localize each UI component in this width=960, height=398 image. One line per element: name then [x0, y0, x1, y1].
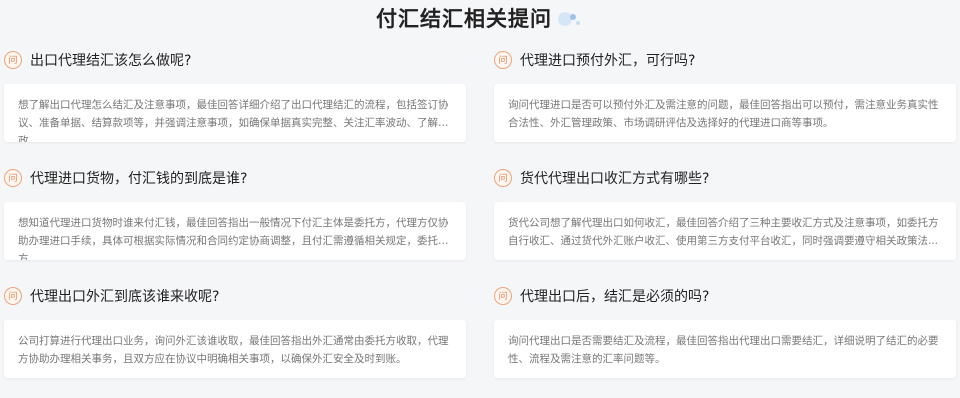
question-text[interactable]: 代理出口后，结汇是必须的吗? — [520, 286, 709, 306]
question-text[interactable]: 代理出口外汇到底该谁来收呢? — [30, 286, 219, 306]
question-row[interactable]: 问 代理出口后，结汇是必须的吗? — [490, 280, 960, 312]
answer-summary[interactable]: 询问代理进口是否可以预付外汇及需注意的问题，最佳回答指出可以预付，需注意业务真实… — [494, 84, 956, 142]
section-header: 付汇结汇相关提问 — [0, 0, 960, 36]
qa-card[interactable]: 问 代理进口货物，付汇钱的到底是谁? 想知道代理进口货物时谁来付汇钱，最佳回答指… — [0, 162, 470, 280]
question-text[interactable]: 代理进口预付外汇，可行吗? — [520, 50, 695, 70]
qa-grid: 问 出口代理结汇该怎么做呢? 想了解出口代理怎么结汇及注意事项，最佳回答详细介绍… — [0, 44, 960, 398]
question-icon: 问 — [494, 287, 512, 305]
question-icon: 问 — [494, 169, 512, 187]
page-title: 付汇结汇相关提问 — [376, 7, 552, 31]
qa-card[interactable]: 问 出口代理结汇该怎么做呢? 想了解出口代理怎么结汇及注意事项，最佳回答详细介绍… — [0, 44, 470, 162]
decorative-dots-icon — [558, 10, 584, 30]
question-row[interactable]: 问 代理进口预付外汇，可行吗? — [490, 44, 960, 76]
qa-card[interactable]: 问 代理进口预付外汇，可行吗? 询问代理进口是否可以预付外汇及需注意的问题，最佳… — [490, 44, 960, 162]
answer-summary[interactable]: 询问代理出口是否需要结汇及流程，最佳回答指出代理出口需要结汇，详细说明了结汇的必… — [494, 320, 956, 378]
answer-summary[interactable]: 货代公司想了解代理出口如何收汇，最佳回答介绍了三种主要收汇方式及注意事项，如委托… — [494, 202, 956, 260]
question-icon: 问 — [4, 287, 22, 305]
question-icon: 问 — [4, 169, 22, 187]
answer-summary[interactable]: 公司打算进行代理出口业务，询问外汇该谁收取，最佳回答指出外汇通常由委托方收取，代… — [4, 320, 466, 378]
question-text[interactable]: 货代代理出口收汇方式有哪些? — [520, 168, 709, 188]
question-icon: 问 — [494, 51, 512, 69]
question-icon: 问 — [4, 51, 22, 69]
answer-summary[interactable]: 想知道代理进口货物时谁来付汇钱，最佳回答指出一般情况下付汇主体是委托方，代理方仅… — [4, 202, 466, 260]
question-text[interactable]: 出口代理结汇该怎么做呢? — [30, 50, 191, 70]
question-row[interactable]: 问 出口代理结汇该怎么做呢? — [0, 44, 470, 76]
qa-card[interactable]: 问 货代代理出口收汇方式有哪些? 货代公司想了解代理出口如何收汇，最佳回答介绍了… — [490, 162, 960, 280]
question-text[interactable]: 代理进口货物，付汇钱的到底是谁? — [30, 168, 247, 188]
qa-card[interactable]: 问 代理出口后，结汇是必须的吗? 询问代理出口是否需要结汇及流程，最佳回答指出代… — [490, 280, 960, 398]
question-row[interactable]: 问 代理出口外汇到底该谁来收呢? — [0, 280, 470, 312]
answer-summary[interactable]: 想了解出口代理怎么结汇及注意事项，最佳回答详细介绍了出口代理结汇的流程，包括签订… — [4, 84, 466, 142]
qa-card[interactable]: 问 代理出口外汇到底该谁来收呢? 公司打算进行代理出口业务，询问外汇该谁收取，最… — [0, 280, 470, 398]
question-row[interactable]: 问 代理进口货物，付汇钱的到底是谁? — [0, 162, 470, 194]
question-row[interactable]: 问 货代代理出口收汇方式有哪些? — [490, 162, 960, 194]
